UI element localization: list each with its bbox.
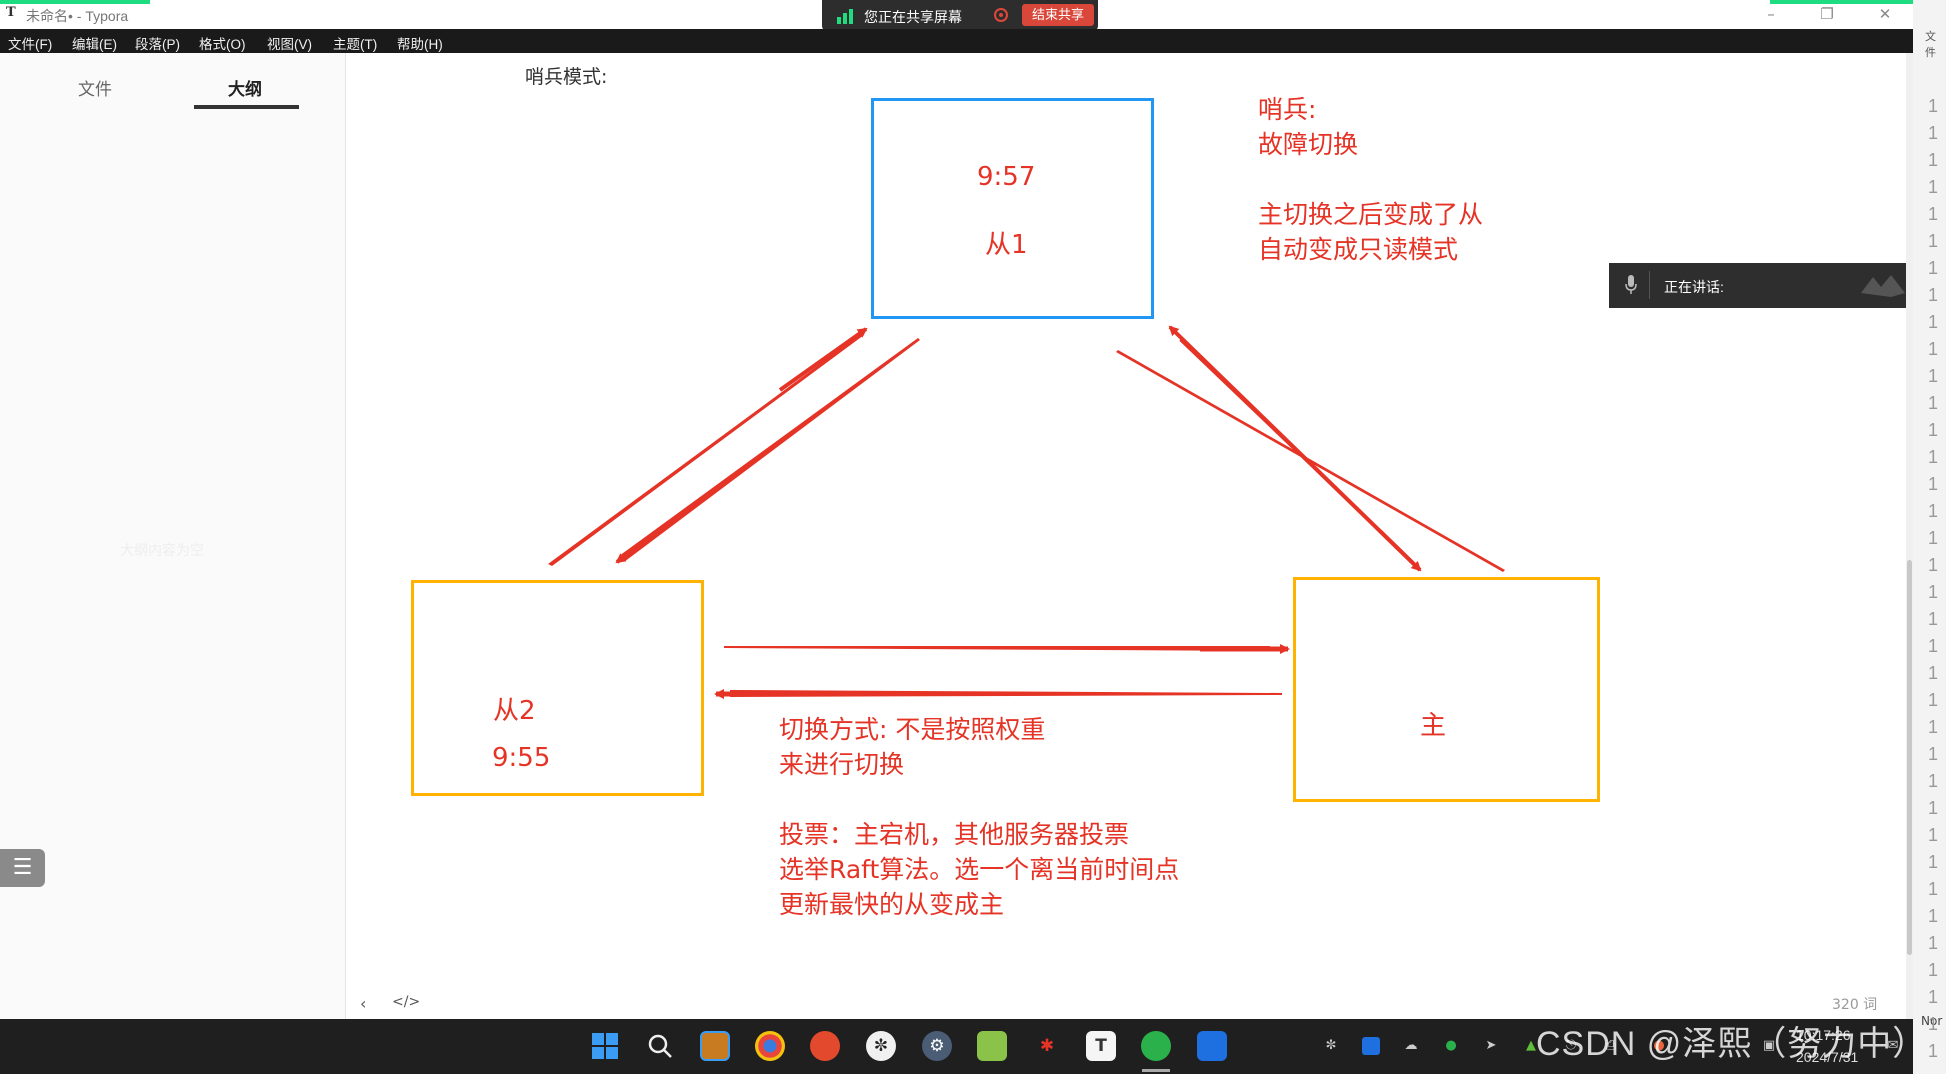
slave-1-label: 从1 (985, 230, 1028, 260)
tray-cloud-icon[interactable]: ☁ (1402, 1037, 1420, 1055)
wechat-icon[interactable] (1141, 1031, 1171, 1061)
adjacent-line-number: 1 (1928, 393, 1939, 413)
note-line: 切换方式: 不是按照权重 (779, 715, 1046, 744)
speaker-logo-icon (1861, 275, 1905, 297)
adjacent-line-number: 1 (1928, 555, 1939, 575)
adjacent-line-number: 1 (1928, 852, 1939, 872)
adjacent-line-number: 1 (1928, 636, 1939, 656)
switch-method-note: 切换方式: 不是按照权重 来进行切换 投票：主宕机，其他服务器投票 选举Raft… (779, 712, 1179, 922)
source-code-icon[interactable]: </> (392, 994, 420, 1010)
adjacent-line-number: 1 (1928, 474, 1939, 494)
back-arrow-icon[interactable]: ‹ (360, 994, 366, 1013)
meeting-speaking-panel: 正在讲话: (1609, 263, 1911, 308)
adjacent-line-number: 1 (1928, 933, 1939, 953)
adjacent-line-number: 1 (1928, 609, 1939, 629)
slave-2-box (411, 580, 704, 796)
adjacent-line-number: 1 (1928, 258, 1939, 278)
note-spacer (779, 782, 1179, 817)
note-line: 自动变成只读模式 (1258, 235, 1459, 264)
adjacent-line-number: 1 (1928, 582, 1939, 602)
master-box (1293, 577, 1600, 802)
arrow-top-right-head (1378, 529, 1422, 572)
adjacent-file-label: 文件 (1925, 30, 1936, 59)
windows-start-icon[interactable] (590, 1031, 620, 1061)
note-line: 故障切换 (1258, 130, 1359, 159)
note-line: 更新最快的从变成主 (779, 890, 1005, 919)
adjacent-line-number: 1 (1928, 663, 1939, 683)
task-view-icon[interactable] (700, 1031, 730, 1061)
adjacent-line-number: 1 (1928, 312, 1939, 332)
csdn-watermark: CSDN @泽熙（努力中） (1536, 1025, 1928, 1063)
word-count[interactable]: 320 词 (1832, 994, 1877, 1014)
adjacent-line-number: 1 (1928, 744, 1939, 764)
adjacent-line-number: 1 (1928, 123, 1939, 143)
adjacent-line-number: 1 (1928, 420, 1939, 440)
tray-rocket-icon[interactable]: ➤ (1482, 1037, 1500, 1055)
adjacent-line-number: 1 (1928, 690, 1939, 710)
adjacent-line-number: 1 (1928, 204, 1939, 224)
arrow-left-to-top (548, 333, 864, 566)
note-line: 哨兵: (1258, 95, 1317, 124)
adjacent-line-number: 1 (1928, 879, 1939, 899)
divider (1649, 271, 1650, 299)
note-line: 来进行切换 (779, 750, 905, 779)
master-label: 主 (1420, 711, 1447, 741)
adjacent-line-number: 1 (1928, 1014, 1939, 1034)
adjacent-line-number: 1 (1928, 987, 1939, 1007)
tray-wechat-icon[interactable]: ● (1442, 1037, 1460, 1055)
slave-1-box (871, 98, 1154, 319)
adjacent-line-number: 1 (1928, 177, 1939, 197)
swirl-app-icon[interactable] (810, 1031, 840, 1061)
adjacent-line-number: 1 (1928, 717, 1939, 737)
notepad-icon[interactable] (977, 1031, 1007, 1061)
slave-2-time: 9:55 (492, 743, 551, 773)
adjacent-line-number: 1 (1928, 339, 1939, 359)
adjacent-line-number: 1 (1928, 798, 1939, 818)
adjacent-line-number: 1 (1928, 231, 1939, 251)
adjacent-line-number: 1 (1928, 501, 1939, 521)
adjacent-line-number: 1 (1928, 771, 1939, 791)
adjacent-line-number: 1 (1928, 906, 1939, 926)
chrome-icon[interactable] (755, 1031, 785, 1061)
slave-2-label: 从2 (493, 696, 536, 726)
tray-openai-icon[interactable]: ✼ (1322, 1037, 1340, 1055)
arrow-right-to-left (730, 690, 1282, 697)
slave-1-time: 9:57 (977, 162, 1036, 192)
adjacent-line-number: 1 (1928, 825, 1939, 845)
adjacent-line-number: 1 (1928, 1041, 1939, 1061)
note-line: 选举Raft算法。选一个离当前时间点 (779, 855, 1180, 884)
arrow-left-to-right (724, 646, 1270, 651)
adjacent-line-number: 1 (1928, 366, 1939, 386)
arrow-top-to-left-head (615, 498, 702, 564)
adjacent-line-number: 1 (1928, 447, 1939, 467)
tencent-meeting-icon[interactable] (1197, 1031, 1227, 1061)
settings-gear-icon[interactable]: ⚙ (922, 1031, 952, 1061)
active-app-indicator (1142, 1069, 1170, 1072)
adjacent-line-number: 1 (1928, 528, 1939, 548)
adjacent-line-number: 1 (1928, 960, 1939, 980)
search-icon[interactable] (645, 1031, 675, 1061)
scrollbar-thumb[interactable] (1907, 560, 1912, 955)
adjacent-line-number: 1 (1928, 150, 1939, 170)
tray-meeting-icon[interactable] (1362, 1037, 1380, 1055)
adjacent-line-number: 1 (1928, 285, 1939, 305)
speaking-label: 正在讲话: (1664, 279, 1724, 295)
note-spacer (1258, 162, 1483, 197)
microphone-icon (1625, 275, 1637, 294)
arrow-left-to-top-head (778, 327, 868, 392)
note-line: 主切换之后变成了从 (1258, 200, 1484, 229)
redis-manager-icon[interactable]: ✱ (1032, 1031, 1062, 1061)
openai-icon[interactable]: ✼ (866, 1031, 896, 1061)
note-line: 投票：主宕机，其他服务器投票 (779, 820, 1130, 849)
typora-taskbar-icon[interactable]: T (1086, 1031, 1116, 1061)
sentinel-note: 哨兵: 故障切换 主切换之后变成了从 自动变成只读模式 (1258, 92, 1483, 267)
adjacent-line-number: 1 (1928, 96, 1939, 116)
